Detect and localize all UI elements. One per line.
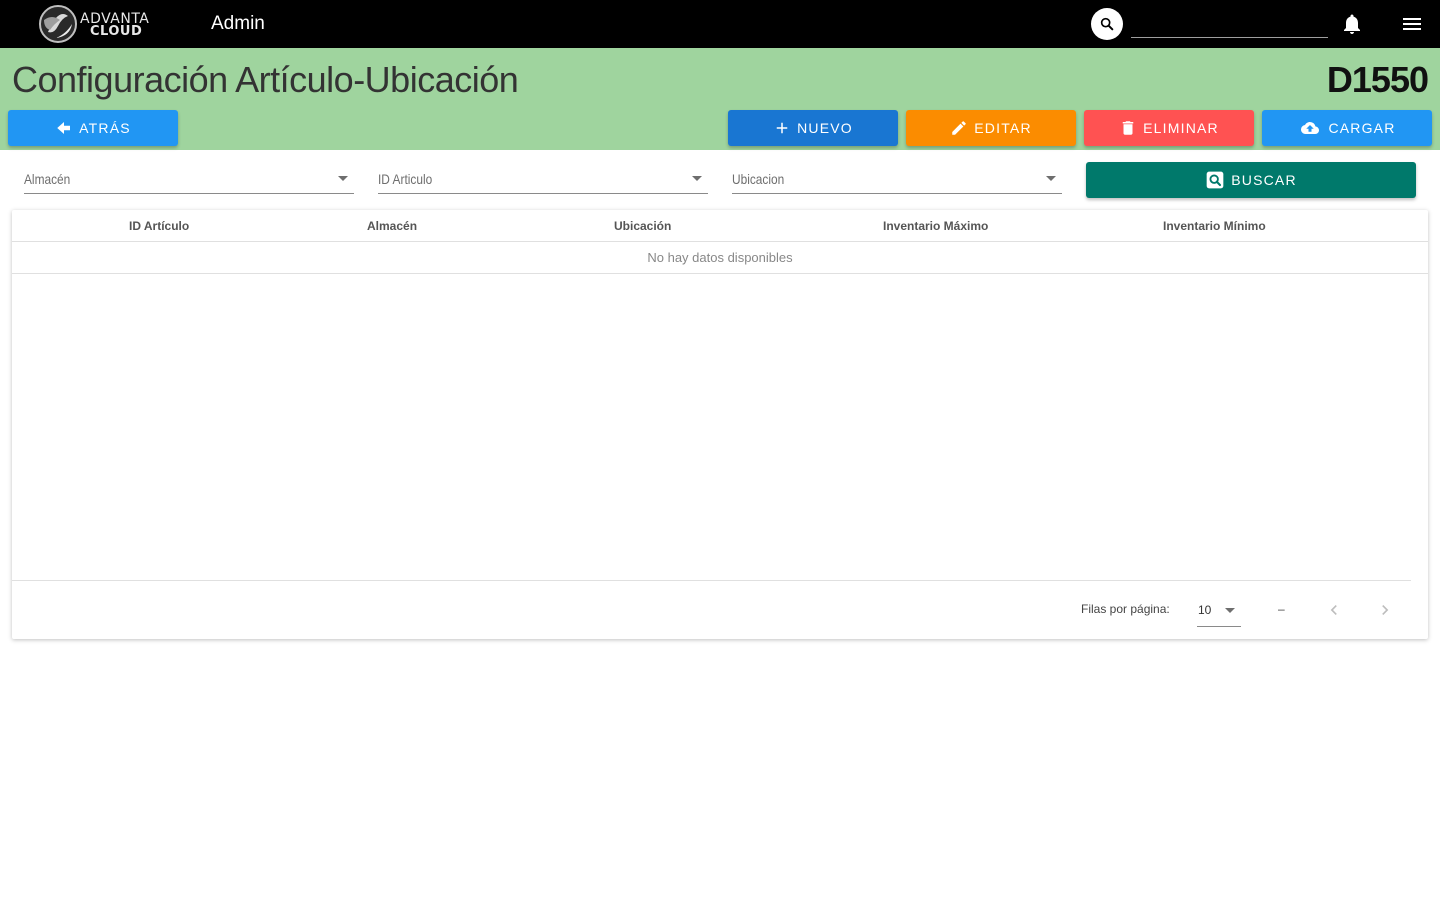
previous-page-button[interactable] — [1322, 598, 1346, 622]
empty-table-message: No hay datos disponibles — [12, 242, 1428, 274]
search-icon — [1100, 17, 1114, 31]
edit-button-label: EDITAR — [974, 120, 1032, 136]
arrow-left-icon — [57, 122, 71, 134]
new-button[interactable]: NUEVO — [728, 110, 898, 146]
column-header-location[interactable]: Ubicación — [614, 219, 671, 233]
dropdown-arrow-icon — [692, 176, 702, 181]
logo-text-cloud: CLOUD — [90, 24, 143, 39]
column-header-min-inventory[interactable]: Inventario Mínimo — [1163, 219, 1266, 233]
trash-icon — [1122, 121, 1134, 135]
search-filter-button[interactable]: BUSCAR — [1086, 162, 1416, 198]
next-page-button[interactable] — [1373, 598, 1397, 622]
table-header: ID Artículo Almacén Ubicación Inventario… — [12, 210, 1428, 242]
location-select-label: Ubicacion — [732, 171, 785, 187]
page-title: Configuración Artículo-Ubicación — [12, 59, 519, 100]
data-table: ID Artículo Almacén Ubicación Inventario… — [12, 210, 1428, 639]
item-id-select-label: ID Articulo — [378, 171, 433, 187]
cloud-upload-icon — [1301, 122, 1320, 134]
delete-button[interactable]: ELIMINAR — [1084, 110, 1254, 146]
dropdown-arrow-icon — [1046, 176, 1056, 181]
pagination-range: – — [1278, 602, 1285, 616]
location-select[interactable]: Ubicacion — [732, 168, 1062, 194]
hamburger-menu-icon — [1403, 18, 1421, 30]
warehouse-select[interactable]: Almacén — [24, 168, 354, 194]
table-footer-divider — [12, 580, 1411, 581]
column-header-warehouse[interactable]: Almacén — [367, 219, 417, 233]
top-app-bar: ADVANTA CLOUD Admin — [0, 0, 1440, 48]
chevron-left-icon — [1330, 605, 1337, 615]
column-header-max-inventory[interactable]: Inventario Máximo — [883, 219, 988, 233]
rows-per-page-value: 10 — [1198, 603, 1212, 617]
search-filter-button-label: BUSCAR — [1231, 172, 1297, 188]
plus-icon — [776, 122, 788, 134]
warehouse-select-label: Almacén — [24, 171, 71, 187]
search-box-icon — [1206, 171, 1224, 189]
new-button-label: NUEVO — [797, 120, 853, 136]
dropdown-arrow-icon — [338, 176, 348, 181]
dropdown-arrow-icon — [1225, 608, 1235, 613]
menu-button[interactable] — [1400, 12, 1424, 36]
back-button[interactable]: ATRÁS — [8, 110, 178, 146]
upload-button[interactable]: CARGAR — [1262, 110, 1432, 146]
rows-per-page-label: Filas por página: — [1081, 602, 1170, 616]
chevron-right-icon — [1382, 605, 1389, 615]
rows-per-page-select[interactable]: 10 — [1197, 597, 1241, 627]
item-id-select[interactable]: ID Articulo — [378, 168, 708, 194]
global-search-input[interactable] — [1131, 12, 1328, 38]
bell-icon — [1344, 14, 1360, 34]
back-button-label: ATRÁS — [79, 120, 131, 136]
search-button[interactable] — [1091, 8, 1123, 40]
column-header-item-id[interactable]: ID Artículo — [129, 219, 189, 233]
app-title: Admin — [211, 13, 265, 34]
delete-button-label: ELIMINAR — [1143, 120, 1219, 136]
page-code: D1550 — [1326, 59, 1429, 100]
notifications-button[interactable] — [1340, 12, 1364, 36]
upload-button-label: CARGAR — [1328, 120, 1396, 136]
pencil-icon — [952, 121, 967, 135]
logo-emblem-icon — [39, 5, 77, 43]
edit-button[interactable]: EDITAR — [906, 110, 1076, 146]
